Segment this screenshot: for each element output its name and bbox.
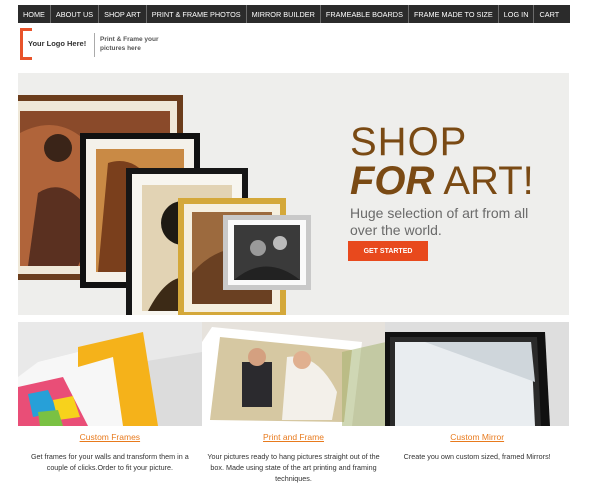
nav-cart[interactable]: CART <box>534 5 564 23</box>
hero-title-emphasis: FOR <box>350 159 435 203</box>
print-and-frame-desc: Your pictures ready to hang pictures str… <box>207 452 380 483</box>
logo-divider <box>94 33 95 57</box>
framed-art-image <box>18 95 311 315</box>
custom-mirror-image[interactable] <box>385 322 570 426</box>
hero-title-rest: ART! <box>434 159 534 203</box>
hero-banner: SHOP FOR ART! Huge selection of art from… <box>18 73 569 315</box>
hero-title-line1: SHOP <box>350 120 468 164</box>
custom-mirror-desc: Create you own custom sized, framed Mirr… <box>403 452 551 461</box>
feature-print-and-frame: Print and Frame Your pictures ready to h… <box>202 432 386 484</box>
nav-frame-made-to-size[interactable]: FRAME MADE TO SIZE <box>409 5 499 23</box>
get-started-button[interactable]: GET STARTED <box>348 241 428 261</box>
nav-home[interactable]: HOME <box>18 5 51 23</box>
custom-frames-desc: Get frames for your walls and transform … <box>30 452 189 472</box>
custom-frames-link[interactable]: Custom Frames <box>18 432 202 442</box>
custom-frames-image[interactable] <box>18 322 202 426</box>
logo-tagline: Print & Frame your pictures here <box>100 36 159 52</box>
nav-frameable-boards[interactable]: FRAMEABLE BOARDS <box>321 5 409 23</box>
feature-captions: Custom Frames Get frames for your walls … <box>18 432 569 484</box>
logo-text: Your Logo Here! <box>28 39 87 48</box>
nav-mirror-builder[interactable]: MIRROR BUILDER <box>247 5 321 23</box>
nav-about-us[interactable]: ABOUT US <box>51 5 100 23</box>
site-logo[interactable]: Your Logo Here! Print & Frame your pictu… <box>20 28 180 62</box>
feature-custom-frames: Custom Frames Get frames for your walls … <box>18 432 202 484</box>
main-nav: HOME ABOUT US SHOP ART PRINT & FRAME PHO… <box>18 5 570 23</box>
nav-shop-art[interactable]: SHOP ART <box>99 5 147 23</box>
custom-mirror-link[interactable]: Custom Mirror <box>385 432 569 442</box>
feature-images <box>18 322 570 426</box>
hero-title-line2: FOR ART! <box>350 161 569 201</box>
feature-custom-mirror: Custom Mirror Create you own custom size… <box>385 432 569 484</box>
hero-subtitle: Huge selection of art from all over the … <box>350 205 529 238</box>
print-and-frame-link[interactable]: Print and Frame <box>202 432 386 442</box>
nav-print-frame-photos[interactable]: PRINT & FRAME PHOTOS <box>147 5 247 23</box>
print-and-frame-image[interactable] <box>201 322 386 426</box>
nav-log-in[interactable]: LOG IN <box>499 5 535 23</box>
